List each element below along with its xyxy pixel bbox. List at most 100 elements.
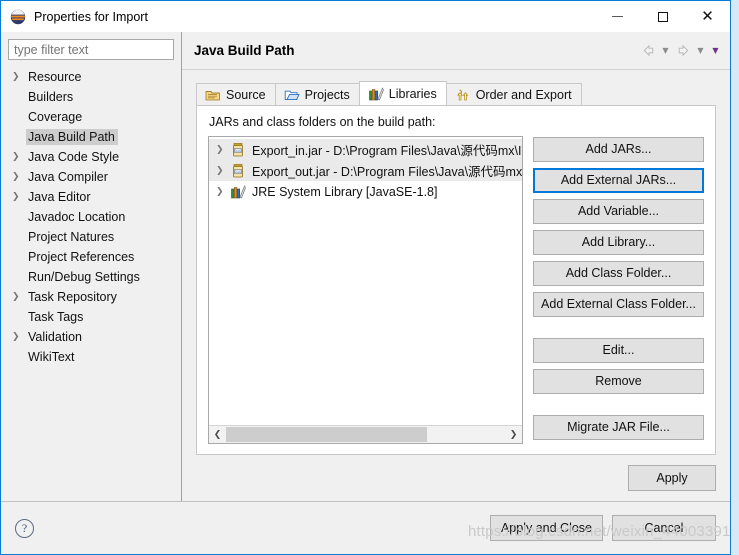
help-question-icon[interactable]: ? — [15, 518, 34, 538]
content-header: Java Build Path ▼ ▼ ▼ — [182, 32, 730, 70]
cancel-button[interactable]: Cancel — [612, 515, 716, 541]
add-variable-button[interactable]: Add Variable... — [533, 199, 704, 224]
view-menu-chevron-down-icon[interactable]: ▼ — [709, 42, 722, 60]
sidebar-item-wikitext[interactable]: WikiText — [1, 347, 181, 367]
tab-source[interactable]: Source — [196, 83, 276, 105]
panel-caption: JARs and class folders on the build path… — [209, 115, 436, 129]
content-pane: Java Build Path ▼ ▼ ▼ Source Projects Li… — [182, 32, 730, 501]
sidebar-item-java-compiler[interactable]: ❯ Java Compiler — [1, 167, 181, 187]
sidebar-item-label: Java Build Path — [26, 129, 118, 145]
filter-box[interactable] — [8, 39, 174, 60]
maximize-icon — [657, 11, 668, 22]
button-group-divider — [533, 323, 704, 332]
libraries-books-icon — [368, 86, 384, 102]
list-item[interactable]: ❯ JRE System Library [JavaSE-1.8] — [209, 181, 522, 202]
chevron-right-icon[interactable]: ❯ — [12, 72, 26, 82]
eclipse-logo-icon — [10, 9, 26, 25]
sidebar-item-builders[interactable]: Builders — [1, 87, 181, 107]
sidebar-item-coverage[interactable]: Coverage — [1, 107, 181, 127]
scroll-right-chevron-right-icon[interactable]: ❯ — [505, 426, 522, 443]
apply-button[interactable]: Apply — [628, 465, 716, 491]
libraries-tab-panel: JARs and class folders on the build path… — [196, 105, 716, 455]
sidebar-item-java-code-style[interactable]: ❯ Java Code Style — [1, 147, 181, 167]
dialog-footer: ? Apply and Close Cancel — [1, 501, 730, 554]
forward-arrow-icon[interactable] — [674, 42, 692, 60]
add-external-class-folder-button[interactable]: Add External Class Folder... — [533, 292, 704, 317]
back-history-chevron-down-icon[interactable]: ▼ — [659, 42, 672, 60]
list-item-label: Export_in.jar - D:\Program Files\Java\源代… — [252, 144, 522, 158]
source-folder-icon — [205, 87, 221, 103]
svg-text:010: 010 — [235, 169, 242, 174]
footer-buttons: Apply and Close Cancel — [489, 515, 716, 541]
apply-row: Apply — [182, 455, 730, 501]
add-external-jars-button[interactable]: Add External JARs... — [533, 168, 704, 193]
title-bar-left: Properties for Import — [1, 9, 148, 25]
chevron-right-icon[interactable]: ❯ — [12, 332, 26, 342]
sidebar-item-run-debug-settings[interactable]: Run/Debug Settings — [1, 267, 181, 287]
maximize-button[interactable] — [640, 1, 685, 32]
add-library-button[interactable]: Add Library... — [533, 230, 704, 255]
minimize-button[interactable] — [595, 1, 640, 32]
sidebar-item-label: Coverage — [28, 110, 83, 124]
button-group-divider — [533, 400, 704, 409]
jar-icon: 010 — [230, 163, 248, 179]
tab-label: Order and Export — [475, 87, 572, 102]
edit-button[interactable]: Edit... — [533, 338, 704, 363]
chevron-right-icon[interactable]: ❯ — [12, 192, 26, 202]
chevron-right-icon[interactable]: ❯ — [216, 145, 230, 155]
window-controls: ✕ — [595, 1, 730, 32]
add-jars-button[interactable]: Add JARs... — [533, 137, 704, 162]
sidebar-item-project-natures[interactable]: Project Natures — [1, 227, 181, 247]
back-arrow-icon[interactable] — [639, 42, 657, 60]
scrollbar-track[interactable] — [226, 426, 505, 443]
sidebar-item-label: Java Editor — [28, 190, 91, 204]
horizontal-scrollbar[interactable]: ❮ ❯ — [209, 425, 522, 443]
sidebar-item-task-repository[interactable]: ❯ Task Repository — [1, 287, 181, 307]
forward-history-chevron-down-icon[interactable]: ▼ — [694, 42, 707, 60]
settings-sidebar: ❯ResourceBuildersCoverageJava Build Path… — [1, 32, 182, 501]
sidebar-item-label: Resource — [28, 70, 82, 84]
sidebar-item-validation[interactable]: ❯ Validation — [1, 327, 181, 347]
chevron-right-icon[interactable]: ❯ — [216, 166, 230, 176]
migrate-jar-file-button[interactable]: Migrate JAR File... — [533, 415, 704, 440]
sidebar-item-resource[interactable]: ❯ Resource — [1, 67, 181, 87]
tab-order-and-export[interactable]: Order and Export — [445, 83, 582, 105]
chevron-right-icon[interactable]: ❯ — [12, 172, 26, 182]
filter-input[interactable] — [14, 42, 168, 57]
sidebar-item-java-editor[interactable]: ❯ Java Editor — [1, 187, 181, 207]
navigation-group: ▼ ▼ ▼ — [639, 42, 722, 60]
sidebar-item-label: Javadoc Location — [28, 210, 126, 224]
chevron-right-icon[interactable]: ❯ — [12, 152, 26, 162]
apply-and-close-button[interactable]: Apply and Close — [489, 515, 603, 541]
window-title: Properties for Import — [34, 9, 148, 24]
sidebar-item-java-build-path[interactable]: Java Build Path — [1, 127, 181, 147]
scroll-left-chevron-left-icon[interactable]: ❮ — [209, 426, 226, 443]
build-path-listbox[interactable]: ❯ 010 Export_in.jar - D:\Program Files\Jav… — [208, 136, 523, 444]
remove-button[interactable]: Remove — [533, 369, 704, 394]
page-title: Java Build Path — [194, 43, 295, 58]
scrollbar-thumb[interactable] — [226, 427, 427, 442]
chevron-right-icon[interactable]: ❯ — [216, 187, 230, 197]
chevron-right-icon[interactable]: ❯ — [12, 292, 26, 302]
list-item[interactable]: ❯ 010 Export_in.jar - D:\Program Files\Jav… — [209, 139, 522, 160]
close-button[interactable]: ✕ — [685, 1, 730, 32]
tab-projects[interactable]: Projects — [274, 83, 360, 105]
sidebar-item-project-references[interactable]: Project References — [1, 247, 181, 267]
libraries-books-icon — [230, 184, 248, 200]
settings-tree: ❯ Resource Builders Coverage Java Build Path… — [1, 67, 181, 367]
sidebar-item-task-tags[interactable]: Task Tags — [1, 307, 181, 327]
sidebar-item-javadoc-location[interactable]: Javadoc Location — [1, 207, 181, 227]
title-bar: Properties for Import ✕ — [1, 1, 730, 32]
projects-folder-icon — [284, 87, 300, 103]
list-item[interactable]: ❯ 010 Export_out.jar - D:\Program Files\Ja… — [209, 160, 522, 181]
sidebar-item-label: Task Repository — [28, 290, 117, 304]
sidebar-item-label: WikiText — [28, 350, 75, 364]
add-class-folder-button[interactable]: Add Class Folder... — [533, 261, 704, 286]
sidebar-item-label: Builders — [28, 90, 74, 104]
properties-dialog: Properties for Import ✕ ❯ResourceBuilder… — [0, 0, 731, 555]
tab-label: Source — [226, 87, 266, 102]
sidebar-item-label: Project References — [28, 250, 135, 264]
close-icon: ✕ — [701, 7, 714, 25]
tab-libraries[interactable]: Libraries — [358, 81, 447, 105]
sidebar-item-label: Project Natures — [28, 230, 115, 244]
